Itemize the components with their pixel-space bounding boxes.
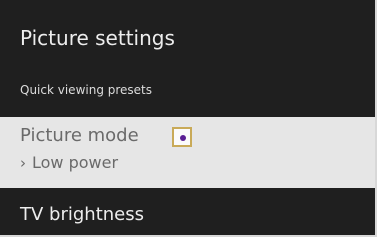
star-dot-icon bbox=[180, 135, 186, 141]
picture-mode-item[interactable]: Picture mode › Low power bbox=[0, 117, 375, 188]
page-title: Picture settings bbox=[20, 26, 175, 50]
picture-mode-label: Picture mode bbox=[20, 125, 139, 146]
picture-mode-value-text: Low power bbox=[32, 153, 119, 172]
options-star-icon[interactable] bbox=[172, 127, 192, 147]
picture-mode-current-value: › Low power bbox=[20, 153, 118, 172]
section-label: Quick viewing presets bbox=[20, 83, 153, 97]
settings-panel: Picture settings Quick viewing presets P… bbox=[0, 0, 377, 237]
chevron-right-icon: › bbox=[20, 154, 26, 172]
tv-brightness-item[interactable]: TV brightness bbox=[20, 204, 144, 225]
